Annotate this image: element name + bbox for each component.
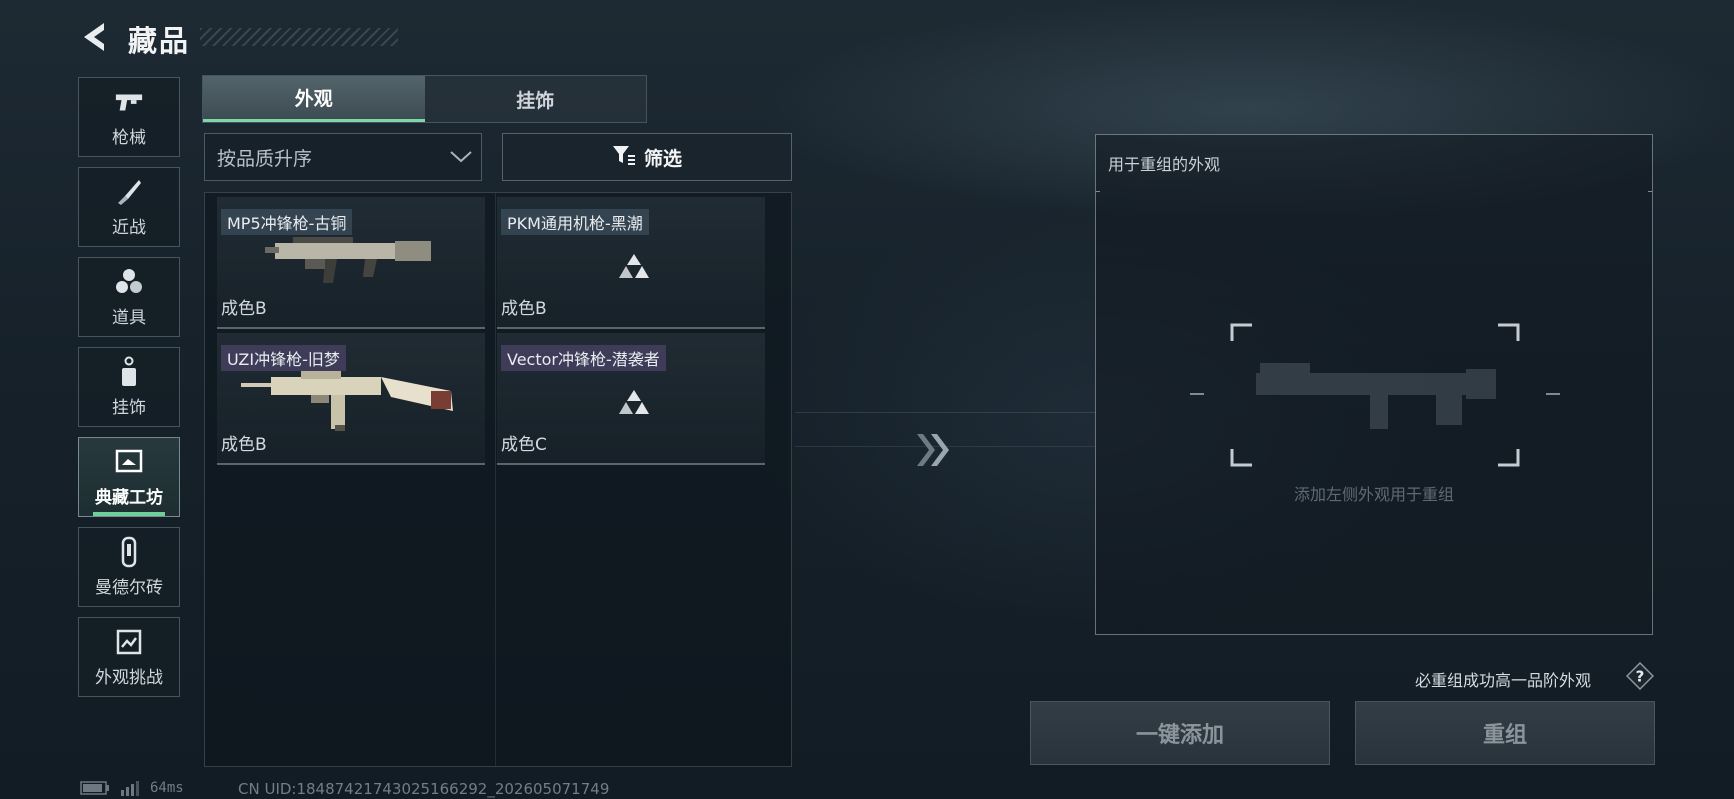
- item-card-pkm[interactable]: PKM通用机枪-黑潮 成色B: [497, 197, 765, 329]
- filter-icon: [612, 144, 636, 170]
- pistol-icon: [114, 87, 144, 117]
- help-icon[interactable]: ?: [1626, 662, 1654, 690]
- item-grid: MP5冲锋枪-古铜 成色B PKM通用机枪-黑潮 成色B UZI冲锋枪-旧梦 成…: [204, 192, 792, 767]
- item-grade: 成色C: [501, 435, 547, 455]
- user-uid: CN UID:18487421743025166292_202605071749: [238, 780, 610, 798]
- frame-tick: [1546, 393, 1560, 395]
- sidebar-item-label: 典藏工坊: [95, 487, 163, 508]
- recombine-slot[interactable]: [1230, 323, 1520, 467]
- frame-tick: [1190, 393, 1204, 395]
- back-arrow-icon: [84, 23, 104, 51]
- item-name: MP5冲锋枪-古铜: [221, 209, 353, 235]
- item-card-vector[interactable]: Vector冲锋枪-潜袭者 成色C: [497, 333, 765, 465]
- challenge-icon: [114, 627, 144, 657]
- mp5-gun-image: [265, 237, 431, 283]
- filter-button[interactable]: 筛选: [502, 133, 792, 181]
- recombine-button[interactable]: 重组: [1355, 701, 1655, 765]
- grenades-icon: [114, 267, 144, 297]
- add-all-button[interactable]: 一键添加: [1030, 701, 1330, 765]
- signal-icon: [121, 781, 139, 796]
- workshop-icon: [114, 447, 144, 477]
- item-card-mp5[interactable]: MP5冲锋枪-古铜 成色B: [217, 197, 485, 329]
- sidebar-item-skin-challenge[interactable]: 外观挑战: [78, 617, 180, 697]
- knife-icon: [114, 177, 144, 207]
- tab-appearance[interactable]: 外观: [203, 76, 425, 122]
- recombine-title: 用于重组的外观: [1108, 155, 1221, 174]
- item-grade: 成色B: [221, 299, 267, 319]
- sidebar-item-label: 近战: [112, 217, 146, 238]
- page-title: 藏品: [128, 24, 191, 58]
- triforce-placeholder-icon: [619, 254, 649, 278]
- tab-bar: 外观 挂饰: [202, 75, 647, 123]
- frame-tick: [1648, 191, 1652, 192]
- back-button[interactable]: [78, 20, 110, 54]
- recombine-panel: 用于重组的外观 添加左侧外观用于重组: [1095, 134, 1653, 635]
- item-name: UZI冲锋枪-旧梦: [221, 345, 346, 371]
- sidebar-item-mandel-brick[interactable]: 曼德尔砖: [78, 527, 180, 607]
- grid-divider: [495, 193, 496, 766]
- ping-value: 64ms: [150, 780, 184, 796]
- sidebar-item-props[interactable]: 道具: [78, 257, 180, 337]
- sidebar-item-guns[interactable]: 枪械: [78, 77, 180, 157]
- triforce-placeholder-icon: [619, 390, 649, 414]
- item-grade: 成色B: [501, 299, 547, 319]
- uzi-gun-image: [241, 371, 453, 431]
- double-chevron-right-icon: [917, 434, 949, 466]
- sidebar-item-workshop[interactable]: 典藏工坊: [78, 437, 180, 517]
- active-indicator: [93, 512, 165, 516]
- item-name: Vector冲锋枪-潜袭者: [501, 345, 666, 371]
- item-grade: 成色B: [221, 435, 267, 455]
- chevron-down-icon: [441, 150, 481, 164]
- sidebar-item-melee[interactable]: 近战: [78, 167, 180, 247]
- sidebar-item-charms[interactable]: 挂饰: [78, 347, 180, 427]
- item-card-uzi[interactable]: UZI冲锋枪-旧梦 成色B: [217, 333, 485, 465]
- sidebar-item-label: 曼德尔砖: [95, 577, 163, 598]
- connector-line: [795, 412, 1095, 413]
- sidebar-item-label: 外观挑战: [95, 667, 163, 688]
- frame-tick: [1096, 191, 1100, 192]
- filter-label: 筛选: [643, 147, 682, 170]
- sort-value: 按品质升序: [217, 147, 313, 170]
- battery-icon: [80, 781, 109, 795]
- sidebar-item-label: 枪械: [112, 127, 146, 148]
- status-bar: 64ms: [80, 780, 184, 796]
- tab-charms[interactable]: 挂饰: [425, 76, 647, 122]
- charm-icon: [114, 356, 144, 387]
- title-decoration: [200, 28, 398, 46]
- sort-dropdown[interactable]: 按品质升序: [204, 133, 482, 181]
- item-name: PKM通用机枪-黑潮: [501, 209, 649, 235]
- sidebar-item-label: 道具: [112, 307, 146, 328]
- sidebar-item-label: 挂饰: [112, 397, 146, 418]
- recombine-note: 必重组成功高一品阶外观: [1415, 671, 1592, 690]
- empty-hint: 添加左侧外观用于重组: [1293, 485, 1454, 504]
- svg-text:?: ?: [1636, 668, 1645, 686]
- brick-icon: [114, 536, 144, 567]
